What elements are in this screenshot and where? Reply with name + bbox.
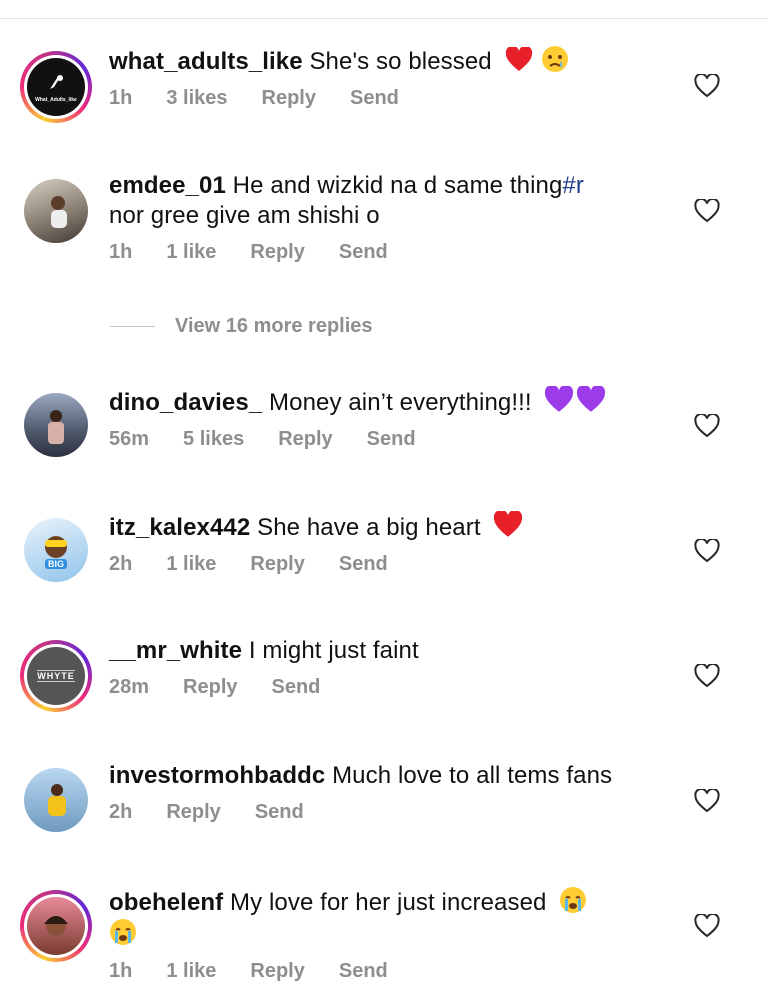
avatar[interactable]	[20, 890, 92, 962]
reply-button[interactable]: Reply	[278, 426, 332, 452]
timestamp: 1h	[109, 241, 133, 263]
avatar[interactable]	[20, 764, 92, 836]
avatar[interactable]: WHYTE	[20, 640, 92, 712]
timestamp: 1h	[109, 87, 133, 109]
reply-button[interactable]: Reply	[262, 85, 316, 111]
username[interactable]: what_adults_like	[109, 48, 303, 75]
reply-button[interactable]: Reply	[250, 958, 304, 984]
likes-count[interactable]: 5 likes	[183, 426, 244, 452]
comment-text: She's so blessed	[309, 48, 492, 75]
purple-heart-emoji	[577, 386, 606, 412]
crying-face-emoji	[542, 46, 569, 72]
likes-count[interactable]: 1 like	[166, 958, 216, 984]
send-button[interactable]: Send	[272, 674, 321, 700]
hand-icon	[50, 74, 63, 89]
loudly-crying-face-emoji	[110, 919, 136, 945]
like-heart-icon[interactable]	[694, 199, 720, 223]
comment-text: Much love to all tems fans	[332, 762, 613, 789]
send-button[interactable]: Send	[350, 85, 399, 111]
avatar-label: WHYTE	[37, 670, 75, 682]
timestamp: 56m	[109, 428, 150, 450]
username[interactable]: dino_davies_	[109, 389, 262, 416]
avatar[interactable]	[20, 389, 92, 461]
send-button[interactable]: Send	[255, 799, 304, 825]
like-heart-icon[interactable]	[694, 664, 720, 688]
timestamp: 1h	[109, 960, 133, 982]
comment-text: My love for her just increased	[230, 889, 547, 916]
likes-count[interactable]: 3 likes	[166, 85, 227, 111]
like-heart-icon[interactable]	[694, 789, 720, 813]
reply-button[interactable]: Reply	[183, 674, 237, 700]
view-more-label: View 16 more replies	[175, 315, 373, 337]
username[interactable]: investormohbaddc	[109, 762, 325, 789]
purple-heart-emoji	[545, 386, 574, 412]
send-button[interactable]: Send	[339, 551, 388, 577]
avatar-label: What_Adults_like	[35, 96, 77, 103]
comment-text: She have a big heart	[257, 514, 481, 541]
username[interactable]: itz_kalex442	[109, 514, 250, 541]
comment-text: I might just faint	[248, 637, 419, 664]
likes-count[interactable]: 1 like	[166, 551, 216, 577]
likes-count[interactable]: 1 like	[166, 239, 216, 265]
person-photo	[48, 410, 64, 444]
timestamp: 2h	[109, 553, 133, 575]
username[interactable]: obehelenf	[109, 889, 223, 916]
person-photo	[51, 196, 67, 228]
username[interactable]: emdee_01	[109, 172, 226, 199]
divider-line	[110, 326, 155, 327]
hashtag-link[interactable]: #r	[562, 172, 584, 199]
comment-text: He and wizkid na d same thing	[232, 172, 563, 199]
username[interactable]: __mr_white	[109, 637, 242, 664]
avatar-label: BIG	[44, 559, 67, 569]
timestamp: 2h	[109, 801, 133, 823]
timestamp: 28m	[109, 676, 150, 698]
avatar[interactable]: BIG	[20, 514, 92, 586]
send-button[interactable]: Send	[339, 239, 388, 265]
top-divider	[0, 18, 768, 19]
cartoon-character	[45, 536, 67, 558]
send-button[interactable]: Send	[339, 958, 388, 984]
person-photo	[48, 784, 66, 816]
comment-text-continued: nor gree give am shishi o	[109, 202, 380, 229]
person-photo	[44, 916, 68, 936]
avatar[interactable]: What_Adults_like	[20, 51, 92, 123]
like-heart-icon[interactable]	[694, 539, 720, 563]
reply-button[interactable]: Reply	[166, 799, 220, 825]
comment-text: Money ain’t everything!!!	[269, 389, 532, 416]
reply-button[interactable]: Reply	[250, 551, 304, 577]
like-heart-icon[interactable]	[694, 74, 720, 98]
reply-button[interactable]: Reply	[250, 239, 304, 265]
view-more-replies-button[interactable]: View 16 more replies	[110, 315, 373, 338]
loudly-crying-face-emoji	[560, 887, 587, 913]
like-heart-icon[interactable]	[694, 914, 720, 938]
red-heart-emoji	[505, 47, 532, 71]
avatar[interactable]	[20, 175, 92, 247]
like-heart-icon[interactable]	[694, 414, 720, 438]
red-heart-emoji	[494, 511, 523, 537]
send-button[interactable]: Send	[367, 426, 416, 452]
